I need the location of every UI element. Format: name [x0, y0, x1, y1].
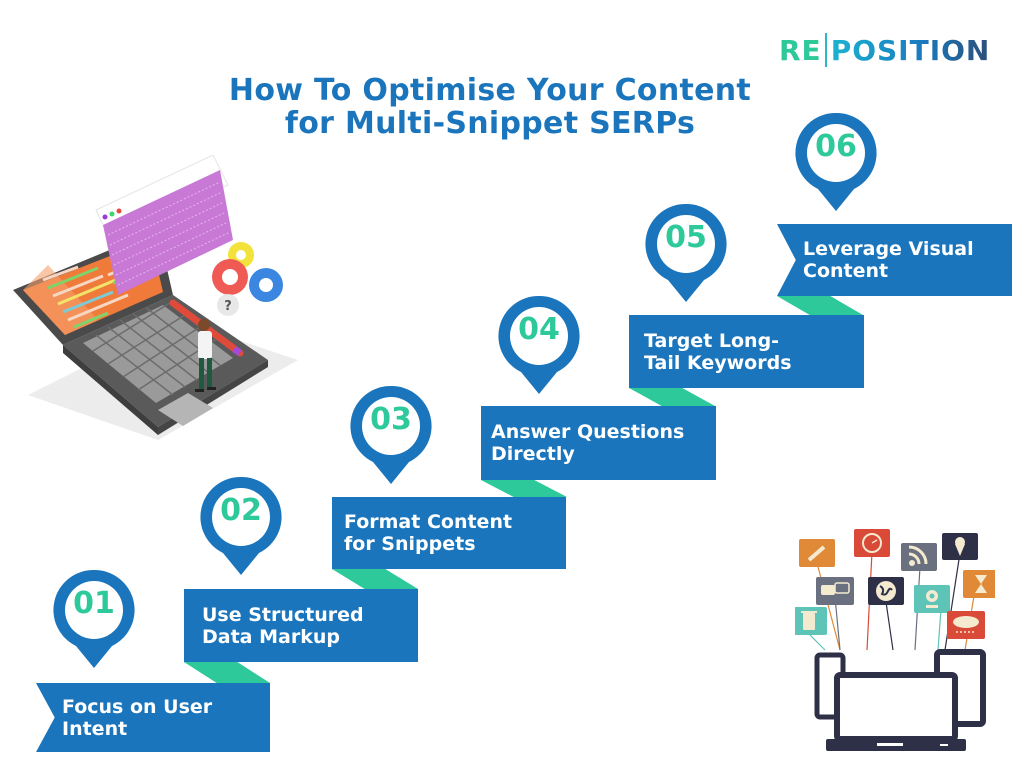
step-3-line-1: Format Content: [344, 511, 513, 533]
step-2-number: 02: [220, 493, 262, 528]
page-title: How To Optimise Your Content for Multi-S…: [150, 74, 830, 140]
step-2-line-2: Data Markup: [202, 625, 340, 648]
title-line-2: for Multi-Snippet SERPs: [284, 106, 696, 141]
step-3-line-2: for Snippets: [344, 533, 476, 555]
rss-app-icon: [901, 543, 937, 571]
step-1-number: 01: [73, 586, 115, 621]
step-5-pin: 05: [642, 200, 730, 308]
connector-1-2: [184, 662, 270, 683]
step-2-line-1: Use Structured: [202, 603, 364, 626]
connector-2-3: [332, 569, 418, 589]
step-4-line-1: Answer Questions: [491, 421, 685, 443]
step-6-line-1: Leverage Visual: [803, 238, 974, 260]
trash-app-icon: [795, 607, 827, 635]
step-3-number: 03: [370, 402, 412, 437]
step-2-bar: Use Structured Data Markup: [184, 589, 418, 662]
devices-app-icons-illustration: [795, 529, 995, 751]
step-6-bar: Leverage Visual Content: [777, 224, 1012, 296]
pencil-app-icon: [799, 539, 835, 567]
logo-divider: [824, 33, 827, 67]
step-1-line-2: Intent: [62, 717, 128, 740]
gears-icon: [212, 242, 283, 302]
step-5-number: 05: [665, 220, 707, 255]
cloud-rain-app-icon: [947, 611, 985, 639]
logo-position: POSITION: [830, 33, 991, 67]
title-line-1: How To Optimise Your Content: [228, 73, 752, 108]
ice-cream-app-icon: [942, 533, 978, 560]
step-5-bar: Target Long- Tail Keywords: [629, 315, 864, 388]
chat-app-icon: [816, 577, 854, 605]
step-2-pin: 02: [197, 473, 285, 581]
logo-re: RE: [779, 33, 822, 67]
step-1-bar: Focus on User Intent: [36, 683, 270, 752]
laptop-device-icon: [826, 672, 966, 751]
reposition-logo: RE POSITION: [779, 32, 990, 68]
step-6-number: 06: [815, 129, 857, 164]
step-4-number: 04: [518, 312, 560, 347]
step-4-pin: 04: [495, 292, 583, 400]
clock-app-icon: [854, 529, 890, 557]
webcam-app-icon: [914, 585, 950, 613]
step-4-bar: Answer Questions Directly: [481, 406, 716, 480]
step-6-line-2: Content: [803, 260, 889, 282]
step-3-bar: Format Content for Snippets: [332, 497, 566, 569]
step-1-line-1: Focus on User: [62, 695, 213, 718]
question-bubble-icon: ?: [217, 294, 239, 316]
connector-3-4: [481, 480, 567, 497]
connector-4-5: [629, 388, 715, 406]
hourglass-app-icon: [963, 570, 995, 598]
step-3-pin: 03: [347, 382, 435, 490]
step-5-line-2: Tail Keywords: [644, 351, 792, 374]
step-1-pin: 01: [50, 566, 138, 674]
svg-text:?: ?: [224, 299, 232, 314]
globe-app-icon: [868, 577, 904, 605]
step-6-pin: 06: [792, 109, 880, 217]
laptop-code-illustration: ?: [13, 155, 298, 440]
step-5-line-1: Target Long-: [644, 329, 780, 352]
connector-5-6: [777, 296, 863, 315]
step-4-line-2: Directly: [491, 443, 575, 465]
